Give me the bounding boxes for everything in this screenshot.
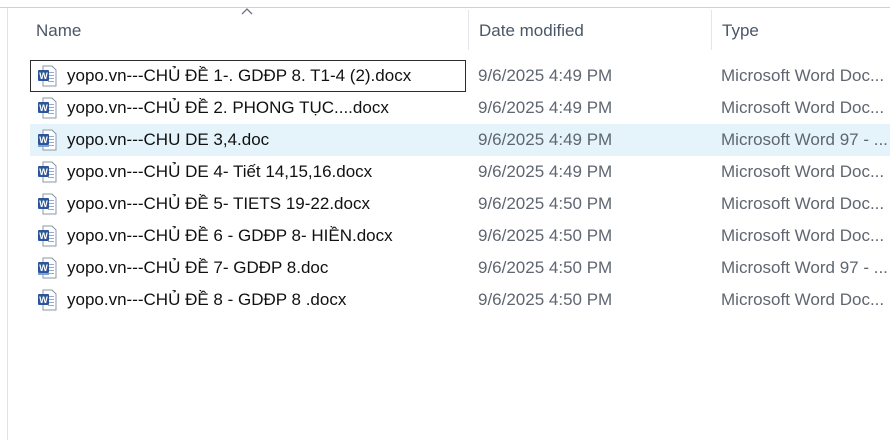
file-row[interactable]: Wyopo.vn---CHỦ ĐỀ 2. PHONG TỤC....docx 9/… bbox=[30, 92, 890, 124]
file-row[interactable]: Wyopo.vn---CHỦ ĐỀ 6 - GDĐP 8- HIỀN.docx 9… bbox=[30, 220, 890, 252]
file-date-modified: 9/6/2025 4:49 PM bbox=[478, 130, 613, 149]
file-name-cell[interactable]: Wyopo.vn---CHU DE 3,4.doc bbox=[30, 124, 466, 156]
file-name: yopo.vn---CHỦ ĐỀ 2. PHONG TỤC....docx bbox=[67, 98, 389, 117]
file-name-cell[interactable]: Wyopo.vn---CHỦ ĐỀ 8 - GDĐP 8 .docx bbox=[30, 284, 466, 316]
word-docx-icon: W bbox=[38, 65, 57, 87]
svg-text:W: W bbox=[39, 167, 48, 177]
word-docx-icon: W bbox=[38, 97, 57, 119]
file-date-modified: 9/6/2025 4:50 PM bbox=[478, 194, 613, 213]
file-row[interactable]: Wyopo.vn---CHỦ ĐỀ 5- TIETS 19-22.docx 9/6… bbox=[30, 188, 890, 220]
file-name: yopo.vn---CHỦ ĐỀ 7- GDĐP 8.doc bbox=[67, 258, 329, 277]
svg-text:W: W bbox=[39, 231, 48, 241]
svg-text:W: W bbox=[39, 71, 48, 81]
file-row[interactable]: Wyopo.vn---CHỦ DE 4- Tiết 14,15,16.docx 9… bbox=[30, 156, 890, 188]
column-header-date-modified[interactable]: Date modified bbox=[469, 8, 711, 52]
file-type: Microsoft Word Doc... bbox=[721, 290, 885, 309]
file-row[interactable]: Wyopo.vn---CHỦ ĐỀ 1-. GDĐP 8. T1-4 (2).d… bbox=[30, 60, 890, 92]
svg-text:W: W bbox=[39, 263, 48, 273]
svg-text:W: W bbox=[39, 199, 48, 209]
word-doc-icon: W bbox=[38, 129, 57, 151]
word-docx-icon: W bbox=[38, 161, 57, 183]
word-doc-icon: W bbox=[38, 257, 57, 279]
file-name-cell[interactable]: Wyopo.vn---CHỦ ĐỀ 1-. GDĐP 8. T1-4 (2).d… bbox=[30, 60, 466, 92]
file-type: Microsoft Word Doc... bbox=[721, 98, 885, 117]
file-date-modified: 9/6/2025 4:49 PM bbox=[478, 98, 613, 117]
word-docx-icon: W bbox=[38, 225, 57, 247]
file-date-modified: 9/6/2025 4:50 PM bbox=[478, 258, 613, 277]
file-date-modified: 9/6/2025 4:49 PM bbox=[478, 66, 613, 85]
column-header-bar: Name Date modified Type bbox=[8, 8, 890, 52]
file-type: Microsoft Word Doc... bbox=[721, 66, 885, 85]
file-date-modified: 9/6/2025 4:49 PM bbox=[478, 162, 613, 181]
file-name: yopo.vn---CHỦ ĐỀ 5- TIETS 19-22.docx bbox=[67, 194, 370, 213]
file-name-cell[interactable]: Wyopo.vn---CHỦ ĐỀ 5- TIETS 19-22.docx bbox=[30, 188, 466, 220]
left-divider bbox=[7, 8, 8, 440]
file-name-cell[interactable]: Wyopo.vn---CHỦ ĐỀ 2. PHONG TỤC....docx bbox=[30, 92, 466, 124]
word-docx-icon: W bbox=[38, 193, 57, 215]
file-name: yopo.vn---CHU DE 3,4.doc bbox=[67, 130, 270, 149]
file-type: Microsoft Word Doc... bbox=[721, 194, 885, 213]
file-date-modified: 9/6/2025 4:50 PM bbox=[478, 226, 613, 245]
file-row[interactable]: Wyopo.vn---CHỦ ĐỀ 8 - GDĐP 8 .docx 9/6/20… bbox=[30, 284, 890, 316]
svg-text:W: W bbox=[39, 295, 48, 305]
file-name-cell[interactable]: Wyopo.vn---CHỦ ĐỀ 6 - GDĐP 8- HIỀN.docx bbox=[30, 220, 466, 252]
svg-text:W: W bbox=[39, 103, 48, 113]
column-header-type[interactable]: Type bbox=[712, 8, 890, 52]
column-header-name[interactable]: Name bbox=[8, 8, 468, 52]
file-name: yopo.vn---CHỦ ĐỀ 8 - GDĐP 8 .docx bbox=[67, 290, 347, 309]
file-name: yopo.vn---CHỦ ĐỀ 6 - GDĐP 8- HIỀN.docx bbox=[67, 226, 393, 245]
file-name-cell[interactable]: Wyopo.vn---CHỦ ĐỀ 7- GDĐP 8.doc bbox=[30, 252, 466, 284]
file-date-modified: 9/6/2025 4:50 PM bbox=[478, 290, 613, 309]
file-list: Wyopo.vn---CHỦ ĐỀ 1-. GDĐP 8. T1-4 (2).d… bbox=[30, 60, 890, 316]
file-explorer-window: Name Date modified Type Wyopo.vn---CHỦ Đ… bbox=[0, 0, 890, 440]
file-name: yopo.vn---CHỦ ĐỀ 1-. GDĐP 8. T1-4 (2).do… bbox=[67, 66, 412, 85]
file-row[interactable]: Wyopo.vn---CHU DE 3,4.doc 9/6/2025 4:49 P… bbox=[30, 124, 890, 156]
file-name-cell[interactable]: Wyopo.vn---CHỦ DE 4- Tiết 14,15,16.docx bbox=[30, 156, 466, 188]
file-type: Microsoft Word Doc... bbox=[721, 162, 885, 181]
file-type: Microsoft Word 97 - ... bbox=[721, 130, 888, 149]
file-name: yopo.vn---CHỦ DE 4- Tiết 14,15,16.docx bbox=[67, 162, 373, 181]
word-docx-icon: W bbox=[38, 289, 57, 311]
svg-text:W: W bbox=[39, 135, 48, 145]
file-row[interactable]: Wyopo.vn---CHỦ ĐỀ 7- GDĐP 8.doc 9/6/2025 … bbox=[30, 252, 890, 284]
file-type: Microsoft Word Doc... bbox=[721, 226, 885, 245]
file-type: Microsoft Word 97 - ... bbox=[721, 258, 888, 277]
